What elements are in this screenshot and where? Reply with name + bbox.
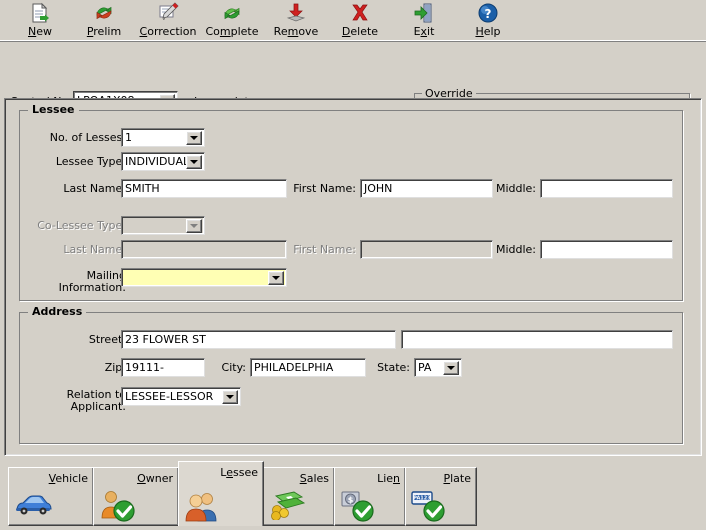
tab-label-lessee: Lessee (220, 466, 258, 479)
pencil-edit-icon (155, 1, 181, 25)
toolbar-label-remove: Remove (273, 25, 319, 38)
toolbar-button-complete[interactable]: Complete (200, 1, 264, 41)
refresh-arrows-icon (91, 1, 117, 25)
money-icon (268, 488, 308, 522)
tab-label-sales: Sales (299, 472, 329, 485)
city-value: PHILADELPHIA (254, 361, 334, 374)
toolbar-label-delete: Delete (341, 25, 379, 38)
first-name-value: JOHN (364, 182, 393, 195)
middle-name-input[interactable] (540, 179, 673, 198)
chevron-down-icon[interactable] (443, 361, 459, 375)
toolbar-label-new: New (28, 25, 52, 38)
co-lessee-type-dropdown (121, 216, 205, 235)
green-arrows-icon (219, 1, 245, 25)
svg-text:$: $ (348, 496, 354, 505)
toolbar-label-complete: Complete (205, 25, 259, 38)
toolbar-button-new[interactable]: New (8, 1, 72, 41)
exit-door-icon (411, 1, 437, 25)
people-icon (183, 489, 223, 523)
car-icon (13, 488, 53, 522)
header-strip: Control No. LPQA1X08 Incomplete 0 ready … (0, 43, 706, 131)
co-middle-name-label: Middle: (495, 243, 536, 256)
state-label: State: (377, 361, 410, 374)
tab-sales[interactable]: Sales (263, 467, 335, 526)
lessee-type-value: INDIVIDUAL (125, 155, 190, 168)
mailing-info-dropdown[interactable] (121, 268, 287, 287)
toolbar-button-remove[interactable]: Remove (264, 1, 328, 41)
co-last-name-label: Last Name: (63, 243, 126, 256)
street-value: 23 FLOWER ST (125, 333, 206, 346)
lessee-type-label: Lessee Type: (55, 155, 126, 168)
bank-money-icon: $ (339, 488, 379, 522)
tab-lessee[interactable]: Lessee (178, 461, 264, 526)
toolbar-button-delete[interactable]: Delete (328, 1, 392, 41)
last-name-input[interactable]: SMITH (121, 179, 287, 198)
co-first-name-input (360, 240, 493, 259)
license-plate-icon: PA123 (410, 488, 450, 522)
tab-label-owner: Owner (137, 472, 173, 485)
co-last-name-input (121, 240, 287, 259)
toolbar-label-prelim: Prelim (86, 25, 122, 38)
last-name-label: Last Name: (63, 182, 126, 195)
mailing-info-label-line2: Information: (58, 281, 126, 294)
main-form-panel: Lessee No. of Lesses: 1 Lessee Type: IND… (4, 98, 702, 456)
co-lessee-type-label: Co-Lessee Type: (37, 219, 126, 232)
co-middle-name-input[interactable] (540, 240, 673, 259)
zip-input[interactable]: 19111- (121, 358, 205, 377)
toolbar-label-correction: Correction (139, 25, 197, 38)
toolbar-button-help[interactable]: ? Help (456, 1, 520, 41)
street-input[interactable]: 23 FLOWER ST (121, 330, 396, 349)
relation-value: LESSEE-LESSOR (125, 390, 214, 403)
chevron-down-icon (186, 219, 202, 233)
blue-question-icon: ? (475, 1, 501, 25)
state-dropdown[interactable]: PA (414, 358, 462, 377)
address-group-legend: Address (28, 305, 87, 318)
relation-label-line2: Applicant: (70, 400, 126, 413)
last-name-value: SMITH (125, 182, 160, 195)
relation-dropdown[interactable]: LESSEE-LESSOR (121, 387, 241, 406)
tab-lien[interactable]: Lien $ (334, 467, 406, 526)
svg-text:PA123: PA123 (413, 496, 431, 502)
street-label: Street: (88, 333, 126, 346)
lessee-type-dropdown[interactable]: INDIVIDUAL (121, 152, 205, 171)
tab-plate[interactable]: Plate PA123 (405, 467, 477, 526)
first-name-input[interactable]: JOHN (360, 179, 493, 198)
tab-vehicle[interactable]: Vehicle (8, 467, 94, 526)
red-x-icon (347, 1, 373, 25)
state-value: PA (418, 361, 432, 374)
toolbar-label-help: Help (475, 25, 501, 38)
toolbar-label-exit: Exit (413, 25, 435, 38)
person-icon (98, 488, 138, 522)
no-of-lessees-value: 1 (125, 131, 132, 144)
tab-label-lien: Lien (377, 472, 400, 485)
address-group: Address Street: 23 FLOWER ST Zip: 19111-… (19, 305, 683, 444)
toolbar-button-prelim[interactable]: Prelim (72, 1, 136, 41)
city-input[interactable]: PHILADELPHIA (250, 358, 366, 377)
tab-owner[interactable]: Owner (93, 467, 179, 526)
city-label: City: (221, 361, 246, 374)
remove-down-arrow-icon (283, 1, 309, 25)
tab-label-plate: Plate (443, 472, 471, 485)
toolbar-button-exit[interactable]: Exit (392, 1, 456, 41)
zip-value: 19111- (125, 361, 164, 374)
chevron-down-icon[interactable] (186, 155, 202, 169)
chevron-down-icon[interactable] (222, 390, 238, 404)
lessee-group-legend: Lessee (28, 103, 79, 116)
chevron-down-icon[interactable] (268, 271, 284, 285)
first-name-label: First Name: (293, 182, 356, 195)
street2-input[interactable] (401, 330, 673, 349)
svg-text:?: ? (485, 7, 492, 21)
no-of-lessees-label: No. of Lesses: (49, 131, 126, 144)
middle-name-label: Middle: (495, 182, 536, 195)
chevron-down-icon[interactable] (186, 131, 202, 145)
tab-label-vehicle: Vehicle (48, 472, 88, 485)
new-document-icon (27, 1, 53, 25)
main-toolbar: New Prelim Correction Complete Remove De… (0, 0, 706, 42)
bottom-tabstrip: Vehicle Owner Lessee Sales Lien $ Plate … (0, 461, 706, 530)
zip-label: Zip: (104, 361, 126, 374)
no-of-lessees-dropdown[interactable]: 1 (121, 128, 205, 147)
lessee-group: Lessee No. of Lesses: 1 Lessee Type: IND… (19, 103, 683, 301)
toolbar-button-correction[interactable]: Correction (136, 1, 200, 41)
co-first-name-label: First Name: (293, 243, 356, 256)
